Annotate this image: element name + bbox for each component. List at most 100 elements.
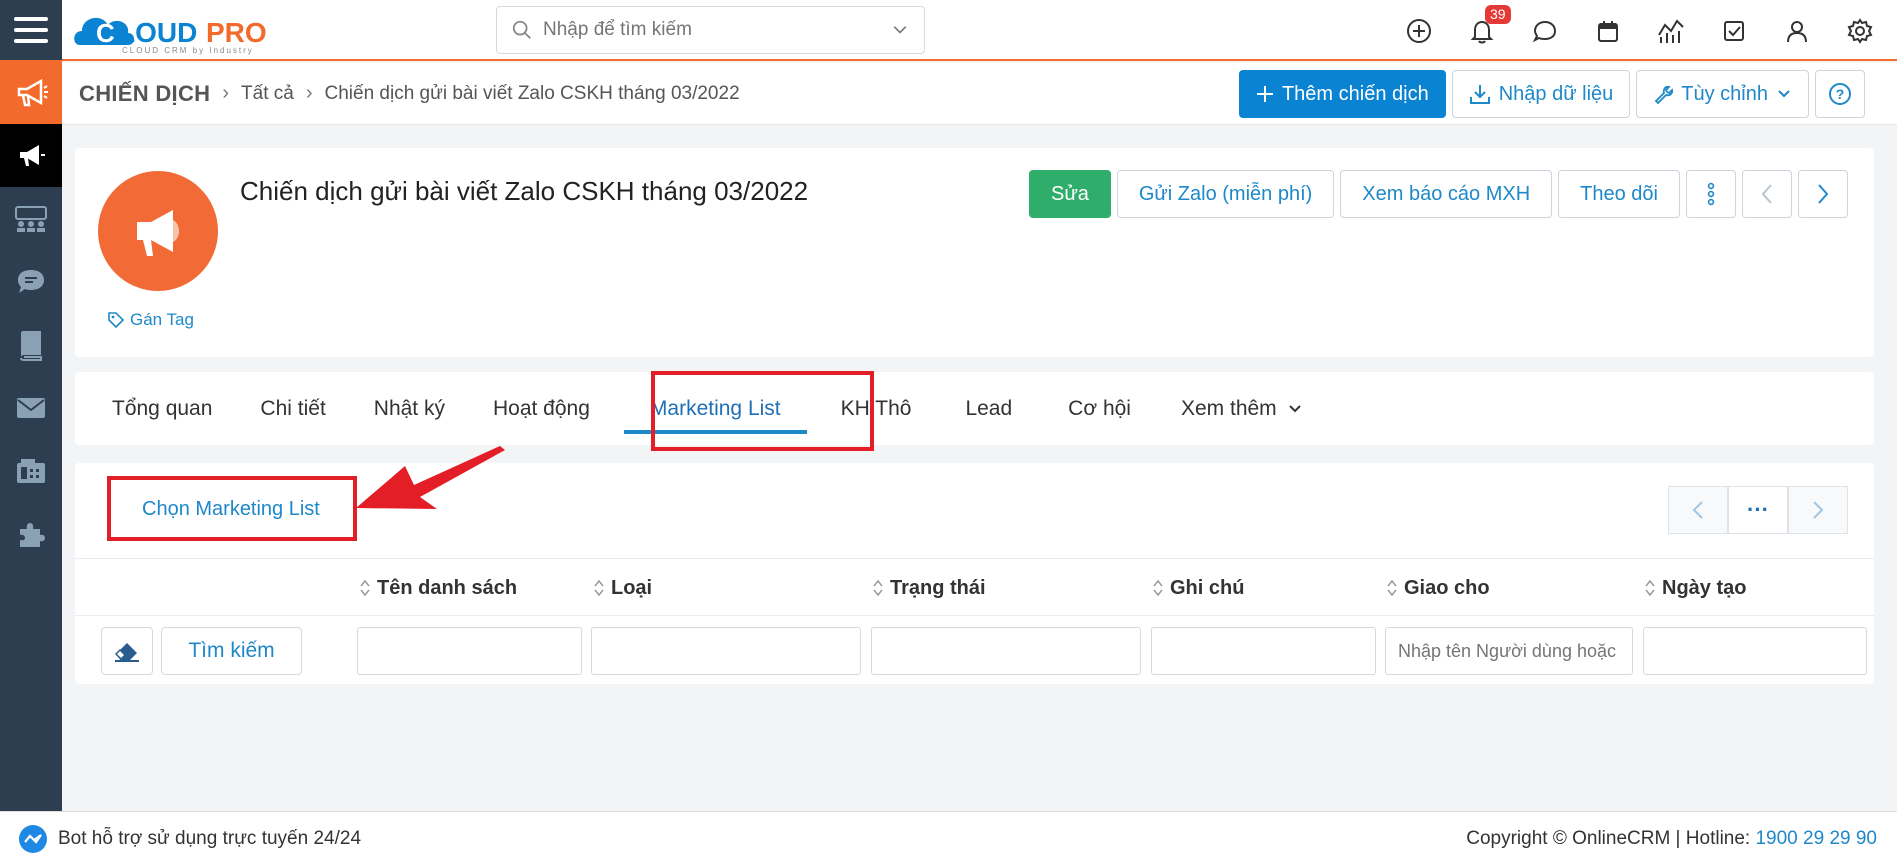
tab-more[interactable]: Xem thêm: [1157, 372, 1327, 445]
sidebar-item-campaigns[interactable]: [0, 124, 62, 187]
more-actions-button[interactable]: [1686, 170, 1736, 218]
search-input[interactable]: [543, 19, 890, 41]
sidebar: [0, 61, 62, 811]
top-bar: C LOUD PRO CLOUD CRM by Industry 39: [0, 0, 1897, 61]
gear-icon: [1847, 17, 1872, 44]
megaphone-icon: [17, 78, 48, 106]
envelope-icon: [17, 397, 45, 418]
column-header-list-name[interactable]: Tên danh sách: [359, 559, 517, 617]
sidebar-item-marketing[interactable]: [0, 61, 62, 124]
menu-toggle-button[interactable]: [0, 0, 62, 60]
breadcrumb: CHIẾN DỊCH › Tất cả › Chiến dịch gửi bài…: [62, 63, 1897, 125]
list-pager: ···: [1668, 486, 1848, 534]
tab-activities[interactable]: Hoạt động: [469, 372, 614, 445]
filter-assignee-input[interactable]: [1385, 627, 1633, 675]
settings-button[interactable]: [1828, 0, 1891, 61]
fax-icon: [17, 458, 45, 483]
tab-overview[interactable]: Tổng quan: [75, 372, 236, 445]
clear-filters-button[interactable]: [101, 627, 153, 675]
question-circle-icon: ?: [1829, 83, 1851, 105]
notification-badge: 39: [1485, 5, 1511, 24]
calendar-button[interactable]: [1576, 0, 1639, 61]
sidebar-item-knowledge[interactable]: [0, 313, 62, 376]
tab-raw-customers[interactable]: KH Thô: [817, 372, 936, 445]
add-campaign-label: Thêm chiến dịch: [1281, 82, 1429, 105]
assign-tag-link[interactable]: Gán Tag: [107, 310, 194, 330]
chevron-right-icon: [1813, 501, 1824, 519]
filter-list-name-input[interactable]: [357, 627, 582, 675]
sidebar-item-email[interactable]: [0, 376, 62, 439]
chat-bubble-icon: [1532, 20, 1556, 42]
breadcrumb-all[interactable]: Tất cả: [241, 83, 294, 105]
hotline-link[interactable]: 1900 29 29 90: [1755, 828, 1877, 849]
sidebar-item-customers[interactable]: [0, 187, 62, 250]
chevron-down-icon[interactable]: [890, 20, 910, 40]
customize-dropdown[interactable]: Tùy chỉnh: [1636, 70, 1809, 118]
global-search[interactable]: [496, 6, 925, 54]
filter-row: Tìm kiếm: [75, 616, 1874, 684]
tab-opportunities[interactable]: Cơ hội: [1042, 372, 1157, 445]
ellipsis-icon: ···: [1747, 497, 1769, 522]
column-header-notes[interactable]: Ghi chú: [1152, 559, 1244, 617]
next-page-button[interactable]: [1788, 486, 1848, 534]
chat-button[interactable]: [1513, 0, 1576, 61]
plus-circle-icon: [1406, 18, 1431, 43]
filter-notes-input[interactable]: [1151, 627, 1376, 675]
chevron-down-icon: [1288, 404, 1301, 412]
tab-lead[interactable]: Lead: [935, 372, 1042, 445]
profile-button[interactable]: [1765, 0, 1828, 61]
choose-marketing-list-button[interactable]: Chọn Marketing List: [142, 498, 320, 521]
svg-text:?: ?: [1836, 86, 1845, 102]
tab-details[interactable]: Chi tiết: [236, 372, 349, 445]
column-header-created-date[interactable]: Ngày tạo: [1644, 559, 1746, 617]
download-icon: [1469, 85, 1490, 104]
tab-marketing-list[interactable]: Marketing List: [614, 372, 817, 445]
add-campaign-button[interactable]: Thêm chiến dịch: [1238, 70, 1446, 118]
next-record-button[interactable]: [1798, 170, 1848, 218]
list-more-button[interactable]: ···: [1728, 486, 1788, 534]
filter-created-date-input[interactable]: [1643, 627, 1867, 675]
footer-copyright: Copyright © OnlineCRM | Hotline: 1900 29…: [1466, 828, 1877, 850]
record-avatar: [98, 171, 218, 291]
quick-create-button[interactable]: [1387, 0, 1450, 61]
support-bot-link[interactable]: Bot hỗ trợ sử dụng trực tuyến 24/24: [18, 824, 361, 854]
reports-button[interactable]: [1639, 0, 1702, 61]
filter-status-input[interactable]: [871, 627, 1141, 675]
chevron-right-icon: ›: [305, 82, 313, 104]
checkbox-icon: [1723, 20, 1744, 41]
sidebar-item-extensions[interactable]: [0, 502, 62, 565]
column-header-label: Tên danh sách: [377, 576, 518, 599]
megaphone-icon: [137, 210, 179, 256]
sidebar-item-messages[interactable]: [0, 250, 62, 313]
column-header-label: Giao cho: [1404, 576, 1490, 599]
tasks-button[interactable]: [1702, 0, 1765, 61]
comment-icon: [18, 269, 44, 293]
social-report-button[interactable]: Xem báo cáo MXH: [1340, 170, 1553, 218]
wrench-icon: [1655, 85, 1674, 104]
previous-page-button[interactable]: [1668, 486, 1728, 534]
sidebar-item-phone[interactable]: [0, 439, 62, 502]
eraser-icon: [114, 643, 139, 662]
svg-text:C: C: [96, 18, 115, 48]
cloudpro-logo[interactable]: C LOUD PRO CLOUD CRM by Industry: [72, 3, 302, 57]
chevron-left-icon: [1761, 184, 1772, 204]
help-button[interactable]: ?: [1815, 70, 1865, 118]
sort-icon: [1644, 578, 1656, 598]
chart-icon: [1657, 18, 1684, 43]
follow-button[interactable]: Theo dõi: [1558, 170, 1680, 218]
filter-search-button[interactable]: Tìm kiếm: [161, 627, 302, 675]
record-title: Chiến dịch gửi bài viết Zalo CSKH tháng …: [240, 176, 809, 206]
send-zalo-button[interactable]: Gửi Zalo (miễn phí): [1116, 170, 1335, 218]
import-data-button[interactable]: Nhập dữ liệu: [1451, 70, 1631, 118]
previous-record-button[interactable]: [1742, 170, 1792, 218]
column-header-status[interactable]: Trạng thái: [872, 559, 986, 617]
column-header-type[interactable]: Loại: [593, 559, 652, 617]
breadcrumb-module[interactable]: CHIẾN DỊCH: [79, 81, 210, 107]
filter-type-input[interactable]: [591, 627, 861, 675]
notifications-button[interactable]: 39: [1450, 0, 1513, 61]
column-header-assignee[interactable]: Giao cho: [1386, 559, 1490, 617]
tab-history[interactable]: Nhật ký: [350, 372, 469, 445]
tab-more-label: Xem thêm: [1180, 396, 1277, 420]
edit-button[interactable]: Sửa: [1029, 170, 1111, 218]
puzzle-icon: [20, 522, 45, 547]
